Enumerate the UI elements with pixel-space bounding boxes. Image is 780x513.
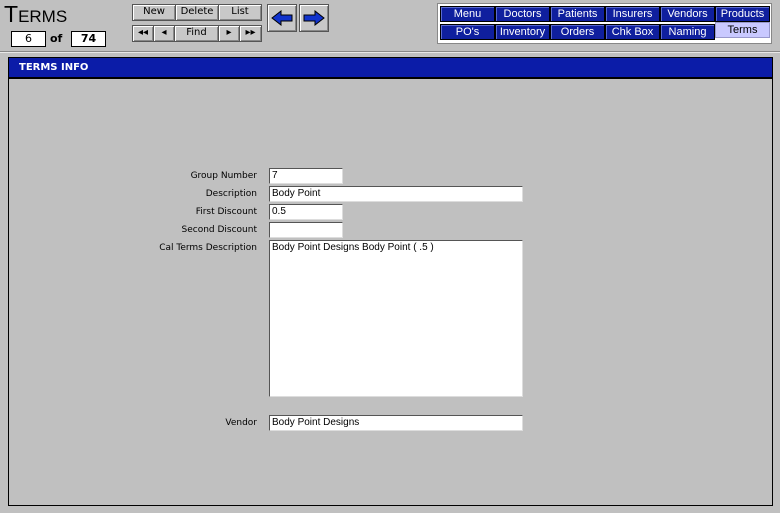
vendor-label: Vendor <box>225 418 257 428</box>
record-of-label: of <box>50 32 63 45</box>
new-button[interactable]: New <box>132 4 176 21</box>
list-button[interactable]: List <box>218 4 262 21</box>
nav-inventory[interactable]: Inventory <box>495 24 550 40</box>
nav-chk-box[interactable]: Chk Box <box>605 24 660 40</box>
second-discount-label: Second Discount <box>181 225 258 235</box>
page-title-initial: T <box>4 1 19 27</box>
terms-info-panel: TERMS INFO Group Number 7 Description Bo… <box>8 57 773 506</box>
group-number-field[interactable]: 7 <box>269 168 343 184</box>
first-record-button[interactable]: ◂◂ <box>132 25 154 42</box>
back-button[interactable] <box>267 4 297 32</box>
nav-menu[interactable]: Menu <box>440 6 495 22</box>
nav-doctors[interactable]: Doctors <box>495 6 550 22</box>
description-field[interactable]: Body Point <box>269 186 523 202</box>
previous-record-button[interactable]: ◂ <box>153 25 175 42</box>
nav-insurers[interactable]: Insurers <box>605 6 660 22</box>
forward-button[interactable] <box>299 4 329 32</box>
nav-vendors[interactable]: Vendors <box>660 6 715 22</box>
panel-header: TERMS INFO <box>9 58 772 79</box>
group-number-label: Group Number <box>190 171 257 181</box>
nav-pos[interactable]: PO's <box>440 24 495 40</box>
nav-products[interactable]: Products <box>715 6 770 22</box>
delete-button[interactable]: Delete <box>175 4 219 21</box>
cal-terms-description-label: Cal Terms Description <box>159 243 257 253</box>
find-button[interactable]: Find <box>174 25 219 42</box>
arrow-right-icon <box>303 10 325 26</box>
description-label: Description <box>205 189 257 199</box>
page-title: TERMS <box>4 2 67 29</box>
nav-patients[interactable]: Patients <box>550 6 605 22</box>
next-record-button[interactable]: ▸ <box>218 25 240 42</box>
page-title-rest: ERMS <box>18 7 68 26</box>
second-discount-field[interactable] <box>269 222 343 238</box>
arrow-left-icon <box>271 10 293 26</box>
nav-naming[interactable]: Naming <box>660 24 715 40</box>
nav-orders[interactable]: Orders <box>550 24 605 40</box>
first-discount-field[interactable]: 0.5 <box>269 204 343 220</box>
cal-terms-description-field[interactable]: Body Point Designs Body Point ( .5 ) <box>269 240 523 397</box>
total-records-field: 74 <box>71 31 106 47</box>
vendor-field[interactable]: Body Point Designs <box>269 415 523 431</box>
header-divider <box>0 51 780 53</box>
nav-terms[interactable]: Terms <box>715 22 770 38</box>
current-record-field[interactable]: 6 <box>11 31 46 47</box>
first-discount-label: First Discount <box>195 207 257 217</box>
last-record-button[interactable]: ▸▸ <box>239 25 262 42</box>
